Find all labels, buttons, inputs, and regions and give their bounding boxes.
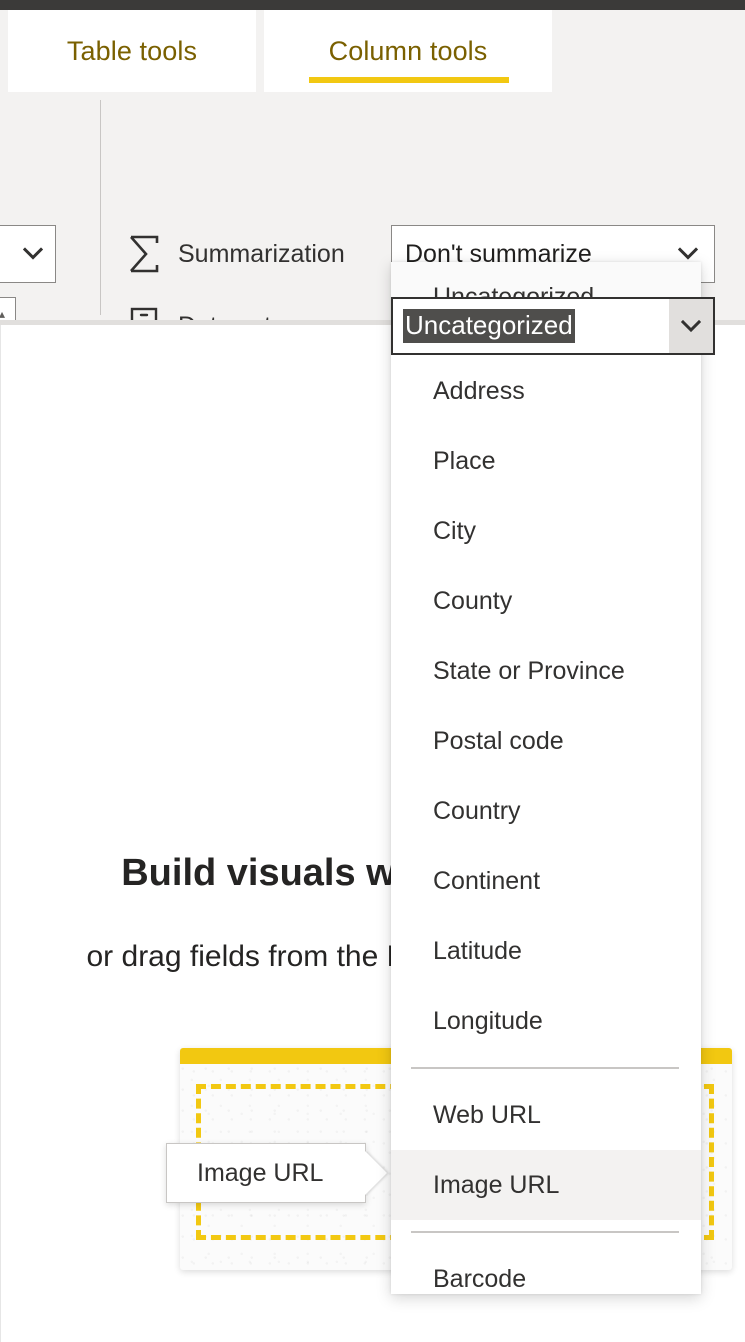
dropdown-item[interactable]: Barcode: [391, 1244, 701, 1294]
dropdown-item-label: County: [433, 586, 513, 615]
active-tab-indicator: [309, 77, 509, 83]
data-category-value[interactable]: Uncategorized: [403, 309, 575, 343]
tab-column-tools-label: Column tools: [328, 35, 488, 66]
dropdown-item[interactable]: Address: [391, 356, 701, 426]
dropdown-item-label: Longitude: [433, 1006, 543, 1035]
dropdown-item[interactable]: Latitude: [391, 916, 701, 986]
sigma-icon: [124, 232, 164, 276]
ribbon-group-divider: [100, 100, 101, 315]
dropdown-item[interactable]: Country: [391, 776, 701, 846]
data-category-dropdown-toggle[interactable]: [669, 299, 713, 353]
dropdown-separator: [411, 1231, 679, 1233]
dropdown-item[interactable]: Longitude: [391, 986, 701, 1056]
summarization-row: Summarization: [124, 225, 345, 283]
dropdown-item[interactable]: City: [391, 496, 701, 566]
dropdown-item-label: State or Province: [433, 656, 625, 685]
chevron-down-icon: [23, 247, 43, 261]
ribbon-tabstrip: Table tools Column tools: [0, 10, 745, 92]
window-title-strip: [0, 0, 745, 10]
dropdown-item[interactable]: Place: [391, 426, 701, 496]
tab-table-tools[interactable]: Table tools: [8, 10, 256, 92]
dropdown-item-label: Country: [433, 796, 521, 825]
summarization-label: Summarization: [178, 239, 345, 268]
tab-column-tools[interactable]: Column tools: [264, 10, 552, 92]
dropdown-item-label: Web URL: [433, 1100, 541, 1129]
data-category-dropdown[interactable]: Uncategorized Address Place City County State…: [391, 262, 701, 1294]
dropdown-item[interactable]: Web URL: [391, 1080, 701, 1150]
dropdown-separator: [411, 1067, 679, 1069]
dropdown-item-label: City: [433, 516, 477, 545]
dropdown-item[interactable]: Postal code: [391, 706, 701, 776]
dropdown-item-label: Place: [433, 446, 496, 475]
tooltip-arrow-icon: [365, 1151, 387, 1195]
data-category-tooltip: Image URL: [166, 1143, 366, 1203]
dropdown-item-label: Postal code: [433, 726, 564, 755]
dropdown-item-label: Continent: [433, 866, 541, 895]
dropdown-item-label: Image URL: [433, 1170, 560, 1199]
dropdown-item-label: Address: [433, 376, 525, 405]
format-combobox-partial[interactable]: [0, 225, 56, 283]
dropdown-item[interactable]: State or Province: [391, 636, 701, 706]
dropdown-item[interactable]: Continent: [391, 846, 701, 916]
dropdown-item-label: Latitude: [433, 936, 522, 965]
canvas-left-edge: [0, 325, 1, 1342]
tab-table-tools-label: Table tools: [66, 35, 198, 66]
tooltip-label: Image URL: [197, 1158, 324, 1187]
data-category-combobox[interactable]: Uncategorized: [391, 297, 715, 355]
dropdown-item[interactable]: County: [391, 566, 701, 636]
dropdown-item-label: Barcode: [433, 1264, 527, 1293]
chevron-down-icon[interactable]: [678, 247, 698, 261]
spinner-up-icon[interactable]: ▴: [0, 308, 5, 320]
dropdown-item[interactable]: Image URL: [391, 1150, 701, 1220]
